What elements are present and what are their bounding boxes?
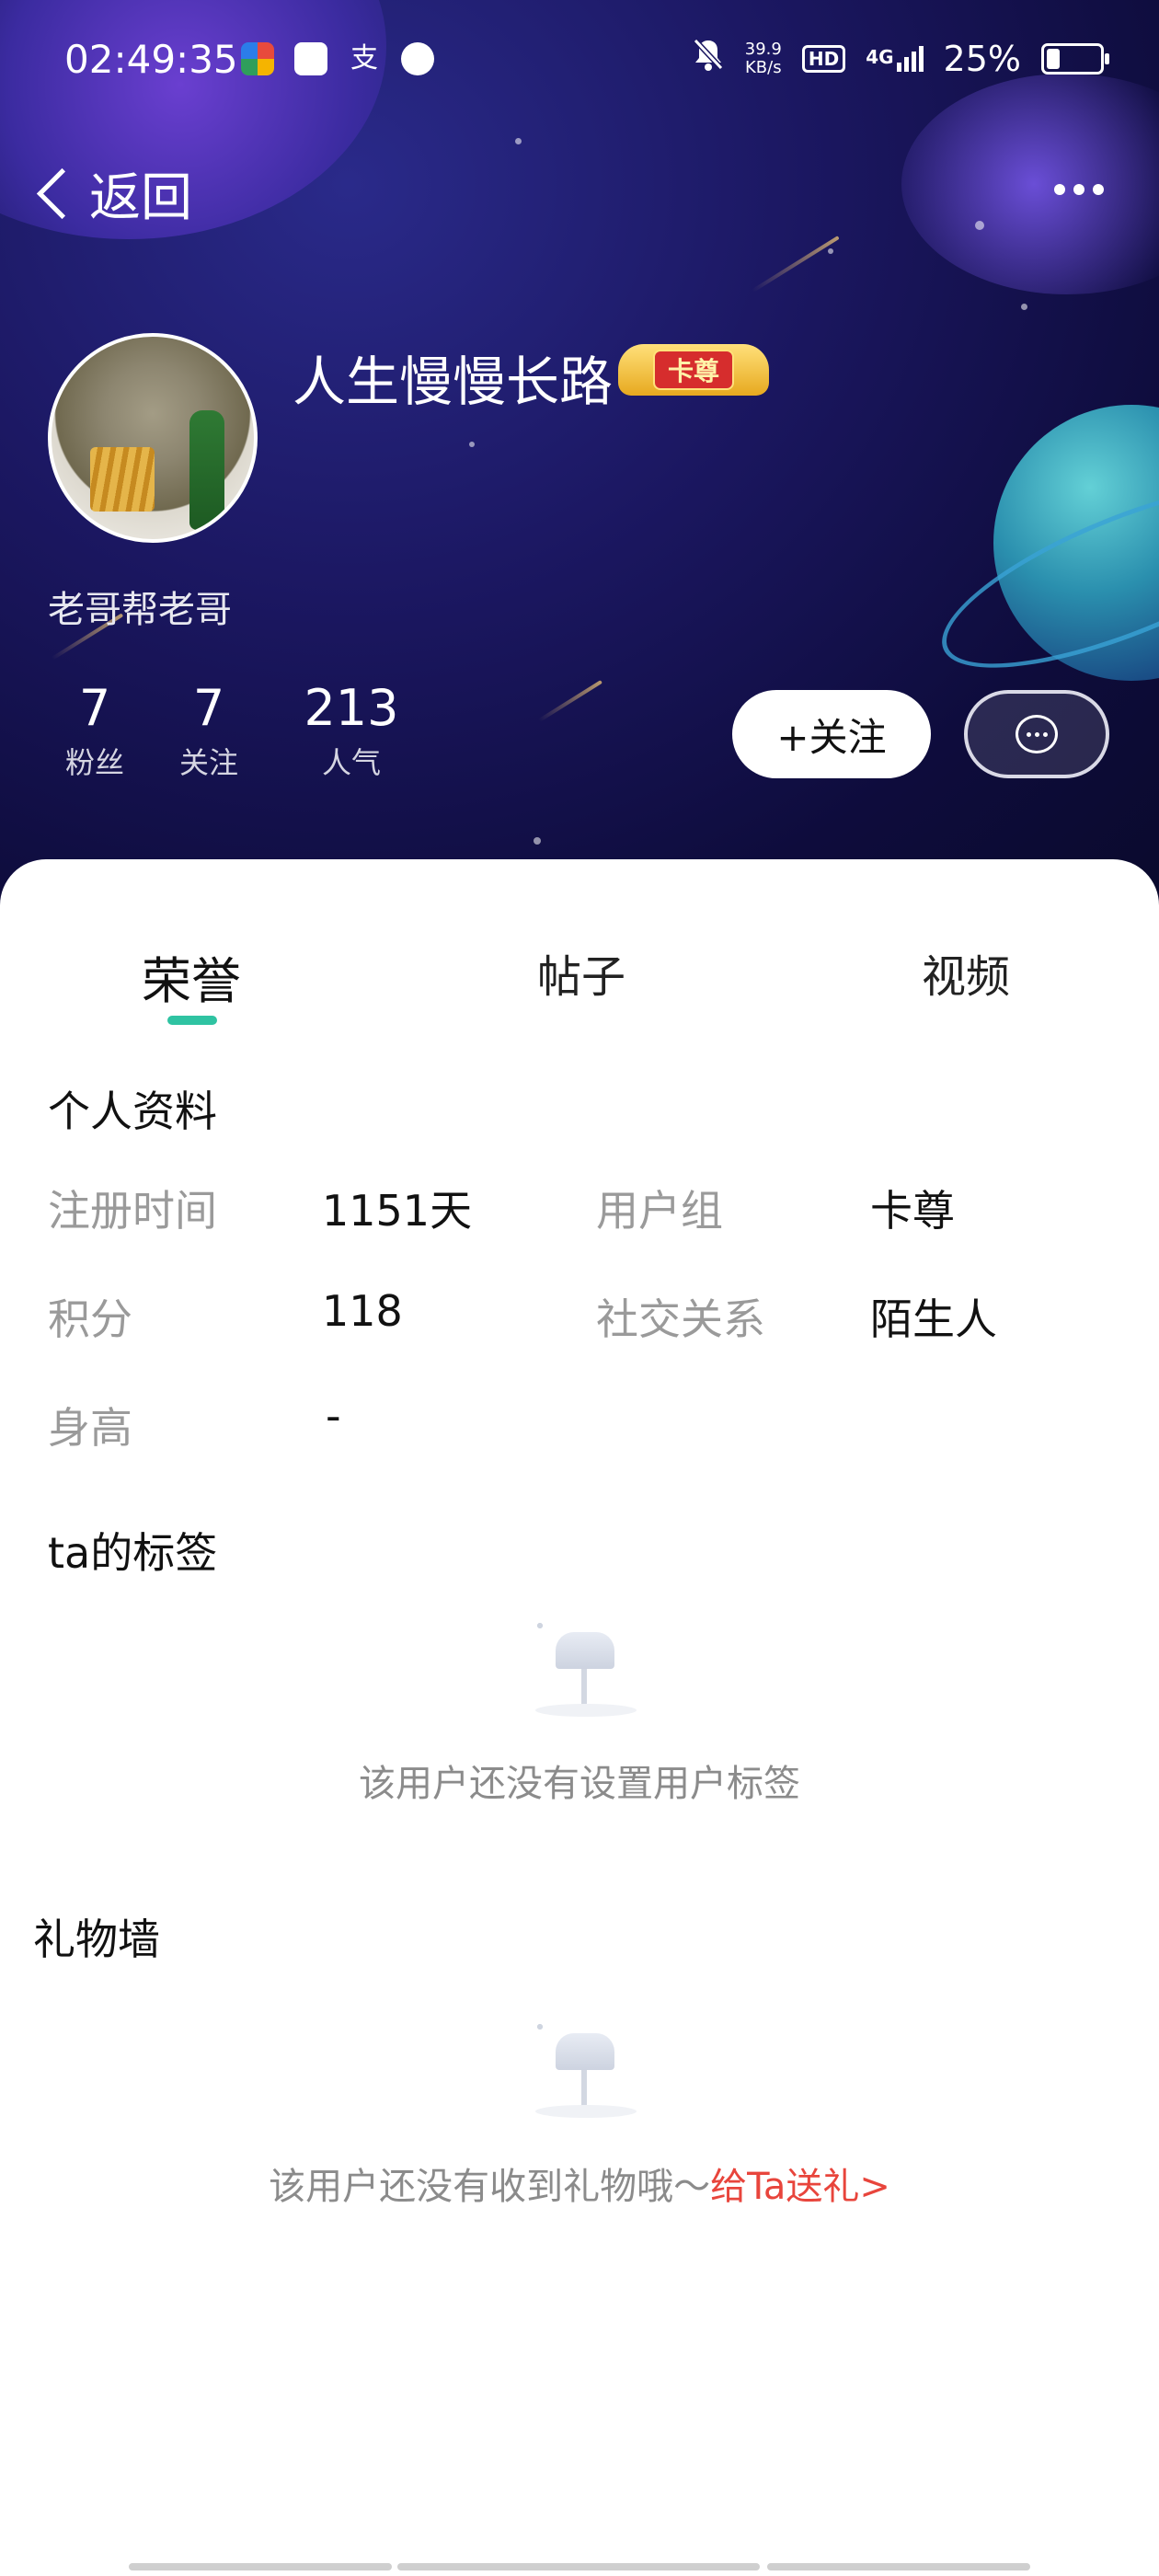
star-decoration <box>975 221 984 230</box>
stat-label: 人气 <box>321 745 381 780</box>
stat-value: 213 <box>304 679 399 737</box>
stat-following[interactable]: 7 关注 <box>167 681 250 782</box>
battery-percent: 25% <box>943 38 1021 79</box>
stat-popularity: 213 人气 <box>296 681 407 782</box>
field-label-register-time: 注册时间 <box>48 1186 217 1236</box>
message-button[interactable] <box>964 690 1109 778</box>
more-dot-icon <box>1073 184 1084 195</box>
streak-decoration <box>752 236 840 293</box>
battery-level-fill <box>1047 48 1060 69</box>
field-value-height: - <box>326 1391 341 1441</box>
stat-label: 粉丝 <box>64 745 124 780</box>
gifts-empty-message: 该用户还没有收到礼物哦～给Ta送礼> <box>0 2156 1159 2210</box>
status-time: 02:49:35 <box>64 37 238 82</box>
avatar-bottle-graphic <box>189 410 224 530</box>
back-button[interactable]: 返回 <box>33 156 192 231</box>
back-label: 返回 <box>89 168 192 228</box>
follow-button[interactable]: +关注 <box>732 690 931 778</box>
network-speed: 39.9 KB/s <box>745 40 782 77</box>
tags-title: ta的标签 <box>48 1528 218 1578</box>
send-gift-link[interactable]: 给Ta送礼> <box>710 2166 890 2208</box>
field-value-social-relation: 陌生人 <box>870 1294 997 1344</box>
nav-bar-segment <box>129 2563 392 2570</box>
tab-posts[interactable]: 帖子 <box>537 940 625 1005</box>
chat-bubble-icon <box>1016 715 1058 753</box>
app-notification-icon <box>294 42 327 75</box>
field-value-points: 118 <box>322 1286 403 1336</box>
app-notification-icon <box>241 42 274 75</box>
star-decoration <box>534 837 541 845</box>
stat-value: 7 <box>192 679 225 737</box>
hd-icon: HD <box>801 44 846 73</box>
avatar[interactable] <box>48 333 258 543</box>
mute-bell-icon <box>692 37 725 80</box>
field-value-register-time: 1151天 <box>322 1186 473 1236</box>
signal-type: 4G <box>866 45 894 68</box>
battery-icon <box>1041 42 1109 75</box>
nav-bar-segment <box>397 2563 760 2570</box>
signal-icon: 4G <box>866 45 924 72</box>
network-speed-unit: KB/s <box>745 57 782 77</box>
star-decoration <box>469 442 475 447</box>
more-dot-icon <box>1054 184 1065 195</box>
empty-mailbox-icon <box>517 2017 646 2118</box>
gifts-empty-text: 该用户还没有收到礼物哦～ <box>269 2166 711 2208</box>
network-speed-value: 39.9 <box>744 39 782 59</box>
active-tab-indicator <box>167 1016 217 1025</box>
empty-mailbox-icon <box>517 1616 646 1717</box>
nav-bar-segment <box>767 2563 1030 2570</box>
user-signature: 老哥帮老哥 <box>48 589 232 631</box>
gift-wall-title: 礼物墙 <box>33 1915 160 1964</box>
notification-icons: 支 <box>241 42 434 75</box>
more-dot-icon <box>1093 184 1104 195</box>
tab-videos[interactable]: 视频 <box>922 940 1010 1005</box>
chevron-left-icon <box>36 167 88 220</box>
star-decoration <box>1021 304 1027 310</box>
tab-honor[interactable]: 荣誉 <box>142 940 241 1013</box>
username: 人生慢慢长路 <box>293 351 614 413</box>
stat-fans[interactable]: 7 粉丝 <box>53 681 136 782</box>
alipay-icon: 支 <box>350 42 378 75</box>
avatar-fries-graphic <box>90 447 155 512</box>
field-label-points: 积分 <box>48 1294 132 1344</box>
field-label-social-relation: 社交关系 <box>596 1294 765 1344</box>
star-decoration <box>515 138 522 144</box>
tags-empty-text: 该用户还没有设置用户标签 <box>359 1763 800 1805</box>
star-decoration <box>828 248 833 254</box>
vip-badge-label: 卡尊 <box>652 350 734 390</box>
personal-info-title: 个人资料 <box>48 1087 217 1136</box>
streak-decoration <box>538 680 602 722</box>
stat-label: 关注 <box>178 745 238 780</box>
more-options-button[interactable] <box>1054 184 1104 195</box>
chat-notification-icon <box>401 42 434 75</box>
field-label-user-group: 用户组 <box>596 1186 723 1236</box>
field-value-user-group: 卡尊 <box>870 1186 955 1236</box>
field-label-height: 身高 <box>48 1403 132 1453</box>
stat-value: 7 <box>78 679 111 737</box>
profile-header: 02:49:35 支 39.9 KB/s HD 4G 25% 返回 人生慢慢长路… <box>0 0 1159 920</box>
status-bar: 02:49:35 支 39.9 KB/s HD 4G 25% <box>0 0 1159 120</box>
vip-crown-badge: 卡尊 <box>618 344 769 396</box>
status-indicators: 39.9 KB/s HD 4G 25% <box>692 37 1109 80</box>
